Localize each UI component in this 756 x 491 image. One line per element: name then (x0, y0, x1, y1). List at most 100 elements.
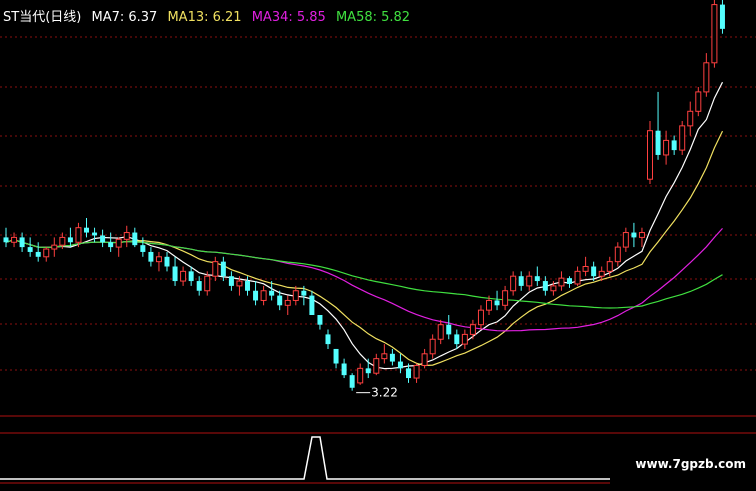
indicator-line (0, 436, 610, 480)
candle (381, 344, 388, 364)
candle-body (164, 256, 170, 267)
candle (558, 271, 565, 291)
candle (260, 285, 267, 306)
candle-body (59, 236, 66, 246)
candle-body (236, 280, 243, 287)
candle (397, 353, 403, 374)
candle-body (341, 363, 347, 376)
candle (518, 271, 524, 291)
candle-body (550, 285, 557, 292)
candle (317, 315, 323, 330)
moving-average-lines (5, 81, 724, 370)
candle (132, 227, 138, 248)
candle-body (663, 139, 670, 156)
candle (155, 251, 162, 272)
ma7-readout: MA7: 6.37 (91, 10, 158, 25)
low-annotation: 3.22 (356, 386, 398, 400)
candle (349, 373, 355, 391)
candle (309, 290, 315, 315)
watermark: www.7gpzb.com (635, 457, 746, 471)
candle (534, 266, 540, 286)
candle (67, 227, 73, 248)
candle (446, 315, 452, 340)
candle (84, 218, 89, 238)
ma34-line (5, 227, 723, 332)
candle (719, 0, 725, 34)
candle-body (671, 140, 677, 151)
candle-body (574, 270, 581, 285)
candle-body (558, 277, 565, 287)
candle-body (614, 246, 621, 263)
candle-body (155, 256, 162, 263)
candle-body (11, 236, 18, 243)
candle-body (711, 4, 718, 64)
candle-body (687, 110, 694, 127)
candle-body (317, 315, 323, 325)
low-price-label: 3.22 (371, 386, 398, 400)
ma13-readout: MA13: 6.21 (167, 10, 242, 25)
candle (212, 256, 219, 282)
candle-body (301, 290, 307, 296)
candle-body (454, 334, 460, 345)
candle-body (140, 245, 146, 252)
candle-body (526, 275, 533, 287)
candle (502, 285, 509, 311)
candle (180, 266, 187, 286)
candle-body (43, 248, 50, 258)
candle (253, 281, 259, 306)
candle-body (260, 290, 267, 301)
candle-body (413, 364, 420, 379)
candle (526, 271, 533, 291)
candle-body (148, 251, 154, 262)
candle-body (655, 130, 661, 155)
candle-body (598, 270, 605, 277)
candle-body (622, 232, 629, 248)
candle (494, 290, 500, 311)
candle-body (108, 242, 114, 248)
candle-body (421, 353, 428, 366)
candle-body (220, 261, 226, 277)
candle (325, 329, 331, 349)
kline-chart-svg: 3.22 (0, 0, 756, 484)
candle (655, 91, 661, 160)
candle (123, 225, 130, 248)
candle-body (695, 91, 702, 112)
ma7-line (5, 81, 724, 370)
candle-body (389, 353, 395, 362)
candle-body (19, 237, 25, 248)
candle (341, 358, 347, 379)
candle-body (429, 338, 436, 355)
candle (567, 276, 572, 288)
candle (663, 130, 670, 165)
candle-body (100, 235, 106, 243)
candle (92, 227, 98, 243)
candle-body (115, 238, 122, 248)
candle-body (349, 375, 355, 388)
candle (542, 276, 548, 296)
candle (510, 271, 517, 296)
candle-body (486, 299, 492, 311)
candlestick-series (3, 0, 725, 391)
candle-body (333, 348, 339, 364)
kline-chart[interactable]: 3.22 ST当代(日线) MA7: 6.37 MA13: 6.21 MA34:… (0, 0, 756, 487)
candle (469, 319, 476, 340)
candle-body (719, 4, 725, 29)
candle-body (309, 295, 315, 315)
candle-body (534, 276, 540, 282)
candle-body (502, 290, 509, 306)
candle-body (606, 261, 613, 272)
candle (373, 353, 380, 376)
candle (582, 256, 589, 277)
candle-body (325, 334, 331, 345)
candle-body (406, 368, 411, 379)
chart-header: ST当代(日线) MA7: 6.37 MA13: 6.21 MA34: 5.85… (3, 6, 416, 25)
candle-body (35, 251, 41, 257)
candle (437, 319, 444, 345)
candle (43, 247, 50, 262)
candle (108, 232, 114, 252)
candle (148, 247, 154, 267)
candle-body (567, 278, 572, 284)
candle (115, 237, 122, 257)
candle-body (188, 271, 194, 282)
ma34-readout: MA34: 5.85 (251, 10, 326, 25)
